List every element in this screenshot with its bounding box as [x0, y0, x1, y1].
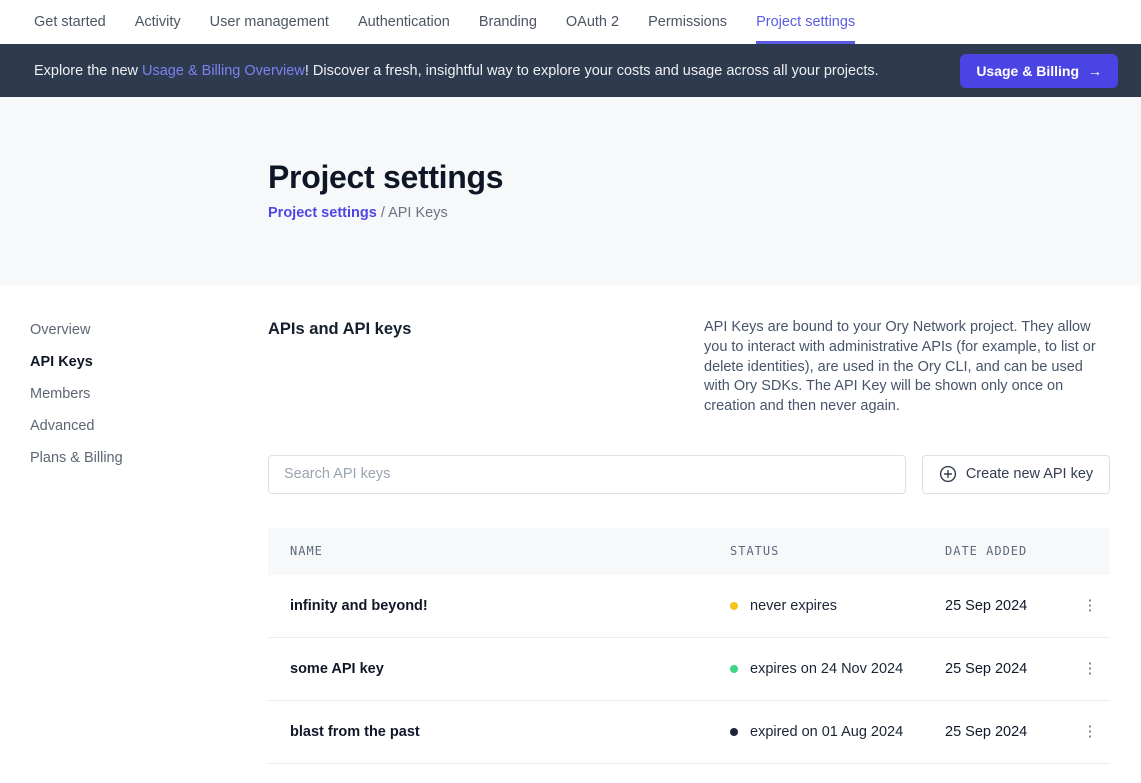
- content-area: Overview API Keys Members Advanced Plans…: [0, 285, 1141, 764]
- plus-circle-icon: [939, 465, 957, 483]
- tab-authentication[interactable]: Authentication: [358, 0, 450, 44]
- table-row: some API key expires on 24 Nov 2024 25 S…: [268, 638, 1110, 701]
- api-key-name: some API key: [268, 661, 730, 677]
- breadcrumb-project-settings-link[interactable]: Project settings: [268, 205, 377, 221]
- banner-message: Explore the new Usage & Billing Overview…: [34, 63, 960, 79]
- top-navigation: Get started Activity User management Aut…: [0, 0, 1141, 44]
- status-dot-icon: [730, 602, 738, 610]
- api-key-status: expired on 01 Aug 2024: [730, 724, 945, 740]
- api-keys-table: NAME STATUS DATE ADDED infinity and beyo…: [268, 528, 1110, 764]
- tab-oauth2[interactable]: OAuth 2: [566, 0, 619, 44]
- api-key-name: infinity and beyond!: [268, 598, 730, 614]
- search-input[interactable]: [268, 455, 906, 494]
- api-key-status: never expires: [730, 598, 945, 614]
- settings-sidebar: Overview API Keys Members Advanced Plans…: [0, 285, 268, 764]
- api-key-date-added: 25 Sep 2024: [945, 724, 1070, 740]
- table-row: infinity and beyond! never expires 25 Se…: [268, 575, 1110, 638]
- breadcrumb: Project settings / API Keys: [268, 205, 1141, 221]
- column-header-name: NAME: [268, 544, 730, 558]
- page-title: Project settings: [268, 159, 1141, 196]
- create-api-key-label: Create new API key: [966, 466, 1093, 482]
- column-header-date-added: DATE ADDED: [945, 544, 1070, 558]
- sidebar-item-members[interactable]: Members: [30, 384, 268, 404]
- api-key-date-added: 25 Sep 2024: [945, 598, 1070, 614]
- table-header-row: NAME STATUS DATE ADDED: [268, 528, 1110, 575]
- usage-billing-overview-link[interactable]: Usage & Billing Overview: [142, 63, 305, 79]
- tab-activity[interactable]: Activity: [135, 0, 181, 44]
- section-heading: APIs and API keys: [268, 318, 411, 417]
- status-label: expired on 01 Aug 2024: [750, 724, 903, 740]
- row-menu-kebab-icon[interactable]: ⋮: [1077, 594, 1104, 617]
- arrow-right-icon: →: [1088, 63, 1102, 79]
- status-label: expires on 24 Nov 2024: [750, 661, 903, 677]
- banner-text-prefix: Explore the new: [34, 63, 142, 79]
- api-keys-panel: APIs and API keys API Keys are bound to …: [268, 285, 1110, 764]
- usage-billing-banner: Explore the new Usage & Billing Overview…: [0, 44, 1141, 97]
- api-key-name: blast from the past: [268, 724, 730, 740]
- sidebar-item-overview[interactable]: Overview: [30, 320, 268, 340]
- api-key-date-added: 25 Sep 2024: [945, 661, 1070, 677]
- row-menu-kebab-icon[interactable]: ⋮: [1077, 657, 1104, 680]
- table-row: blast from the past expired on 01 Aug 20…: [268, 701, 1110, 764]
- sidebar-item-advanced[interactable]: Advanced: [30, 416, 268, 436]
- page-header: Project settings Project settings / API …: [0, 97, 1141, 285]
- api-keys-toolbar: Create new API key: [268, 455, 1110, 494]
- tab-user-management[interactable]: User management: [210, 0, 329, 44]
- tab-branding[interactable]: Branding: [479, 0, 537, 44]
- column-header-status: STATUS: [730, 544, 945, 558]
- usage-billing-button[interactable]: Usage & Billing →: [960, 54, 1118, 88]
- breadcrumb-separator: /: [381, 205, 385, 221]
- tab-permissions[interactable]: Permissions: [648, 0, 727, 44]
- usage-billing-button-label: Usage & Billing: [976, 63, 1079, 79]
- tab-get-started[interactable]: Get started: [34, 0, 106, 44]
- row-menu-kebab-icon[interactable]: ⋮: [1077, 720, 1104, 743]
- section-description: API Keys are bound to your Ory Network p…: [704, 318, 1110, 417]
- status-label: never expires: [750, 598, 837, 614]
- status-dot-icon: [730, 728, 738, 736]
- breadcrumb-current: API Keys: [388, 205, 448, 221]
- status-dot-icon: [730, 665, 738, 673]
- banner-text-suffix: ! Discover a fresh, insightful way to ex…: [305, 63, 879, 79]
- create-api-key-button[interactable]: Create new API key: [922, 455, 1110, 494]
- sidebar-item-plans-billing[interactable]: Plans & Billing: [30, 448, 268, 468]
- section-intro: APIs and API keys API Keys are bound to …: [268, 318, 1110, 417]
- api-key-status: expires on 24 Nov 2024: [730, 661, 945, 677]
- sidebar-item-api-keys[interactable]: API Keys: [30, 352, 268, 372]
- tab-project-settings[interactable]: Project settings: [756, 0, 855, 44]
